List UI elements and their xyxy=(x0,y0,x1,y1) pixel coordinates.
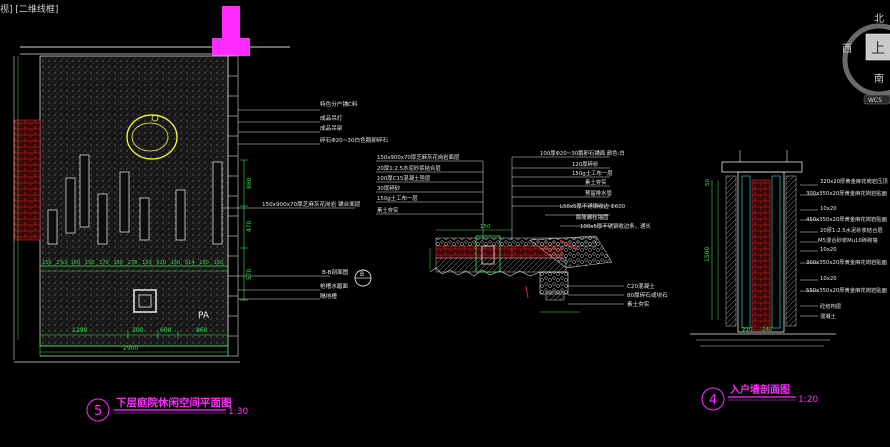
mid-bnote-1: C20混凝土 xyxy=(627,282,655,290)
viewcube-face-label: 上 xyxy=(871,41,885,57)
dim-row-value: 170 xyxy=(99,260,109,266)
note-groove: 枪槽水磨面 xyxy=(320,282,348,290)
mid-bnote-2: 80厚碎石或块石 xyxy=(627,291,668,299)
dim-row-value: 150 xyxy=(142,260,152,266)
wall-dim-240: 240 xyxy=(762,327,773,333)
wall-dim-50: 50 xyxy=(705,179,711,186)
wall-dim-210: 210 xyxy=(742,327,753,333)
dim-bottom-860: 860 xyxy=(196,327,208,334)
dim-right-570: 570 xyxy=(246,268,253,280)
viewcube-south[interactable]: 南 xyxy=(874,72,884,85)
wcs-label: WCS xyxy=(868,97,882,104)
plan-title-text: 下层庭院休闲空间平面图 xyxy=(116,396,232,409)
wall-title-number: 4 xyxy=(709,393,717,408)
wall-note-9: 10x20 xyxy=(820,276,837,282)
dim-right-470: 470 xyxy=(246,220,253,232)
wall-note-5: 20厚1:2.5水泥砂浆结合层 xyxy=(820,226,883,234)
wall-note-7: 10x20 xyxy=(820,247,837,253)
plan-title: 5 下层庭院休闲空间平面图 1:30 xyxy=(86,396,248,422)
mid-rnote-3: 150g土工布一层 xyxy=(572,169,613,177)
mid-rnote-4: 素土夯实 xyxy=(585,178,607,186)
mid-note-6: 素土夯实 xyxy=(377,206,399,214)
plan-title-number: 5 xyxy=(94,404,102,419)
wall-note-6: M5混合砂浆Mu10砖砌墙 xyxy=(818,236,878,244)
wall-title-text: 入户墙剖面图 xyxy=(730,383,790,396)
wall-note-8: 300x350x20厚黄金麻花岗岩贴面 xyxy=(806,258,887,266)
dim-bottom-300: 300 xyxy=(132,327,144,334)
mid-rnote-1: 100厚Φ20~30鹅卵石铺面 颜色:白 xyxy=(540,149,625,157)
wall-note-11: 砼结构层 xyxy=(820,302,841,310)
viewcube-west[interactable]: 西 xyxy=(842,44,852,55)
wall-note-3: 10x20 xyxy=(820,206,837,212)
dim-row-value: 150 xyxy=(71,260,81,266)
note-section-bb: B-B剖面图 xyxy=(322,268,349,276)
mid-rnote-6: L50x5厚不锈钢收边 Φ600 xyxy=(560,202,626,210)
dim-row-value: 150 xyxy=(199,260,209,266)
viewcube[interactable]: 上 北 南 西 WCS xyxy=(842,13,890,105)
dim-right-880: 880 xyxy=(246,177,253,189)
plan-scale: 1:30 xyxy=(228,407,248,417)
column-cap-magenta xyxy=(212,38,250,56)
wall-note-4: 450x350x20厚黄金麻花岗岩贴面 xyxy=(806,215,887,223)
mid-rnote-5: 预留排水管 xyxy=(585,189,613,197)
wall-note-1: 320x20厚黄金麻花岗岩压顶 xyxy=(820,177,888,185)
dim-row-value: 520 xyxy=(156,260,166,266)
note-gravel: 碎石Φ20~30白色鹅卵碎石 xyxy=(320,136,388,144)
mid-rnote-8: 100x5厚不锈钢收边条，通长 xyxy=(580,222,651,230)
wall-note-10: 550x350x20厚黄金麻花岗岩贴面 xyxy=(806,286,887,294)
dim-row-value: 150 xyxy=(214,260,224,266)
note-pendant: 成品吊灯 xyxy=(320,114,343,122)
mid-note-3: 100厚C15混凝土垫层 xyxy=(377,174,431,182)
drawing-canvas[interactable]: 150 2%3 150 150 170 150 278 150 520 150 514 150 150 … xyxy=(0,0,890,447)
mid-note-5: 150g土工布一层 xyxy=(377,194,418,202)
dim-row-value: 514 xyxy=(185,260,195,266)
mid-note-1: 150x900x70厚芝麻灰花岗岩面层 xyxy=(377,153,460,161)
dim-row-value: 150 xyxy=(42,260,52,266)
section-middle: 150x900x70厚芝麻灰花岗岩面层 20厚1:2.5水泥砂浆结合层 100厚… xyxy=(376,149,668,313)
mid-rnote-7: 膨胀螺栓锚固 xyxy=(576,213,608,221)
dim-row-value: 150 xyxy=(114,260,124,266)
wall-title: 4 入户墙剖面图 1:20 xyxy=(701,383,818,411)
dim-row-value: 150 xyxy=(171,260,181,266)
pa-label: PA xyxy=(198,311,210,321)
note-special-paving: 特色分户铺C料 xyxy=(320,100,358,108)
wall-dim-1500: 1500 xyxy=(704,247,711,262)
viewcube-north[interactable]: 北 xyxy=(874,13,884,25)
dim-bottom-1290: 1290 xyxy=(72,327,87,334)
dim-row-value: 2%3 xyxy=(56,260,67,266)
mid-rnote-2: 120厚碎砂 xyxy=(572,160,599,168)
mid-bnote-3: 素土夯实 xyxy=(627,300,650,308)
plan-drawing: 150 2%3 150 150 170 150 278 150 520 150 514 150 150 … xyxy=(13,6,388,363)
mid-note-4: 30厚碎砂 xyxy=(377,184,401,192)
dim-row-value: 278 xyxy=(128,260,138,266)
dim-row-value: 150 xyxy=(85,260,95,266)
note-separator: 隔地槽 xyxy=(320,292,337,300)
mid-note-2: 20厚1:2.5水泥砂浆结合层 xyxy=(377,164,441,172)
mid-dim-150: 150 xyxy=(480,224,491,230)
dim-bottom-600: 600 xyxy=(160,327,172,334)
section-wall: 1500 50 210 240 320x20厚黄金麻花岗岩压顶 300x350x… xyxy=(690,150,888,347)
column-magenta xyxy=(222,6,240,42)
wall-note-2: 300x350x20厚黄金麻花岗岩贴面 xyxy=(806,189,887,197)
wall-scale: 1:20 xyxy=(798,395,818,405)
note-hanger: 成品吊架 xyxy=(320,124,343,132)
dim-total-2900: 2900 xyxy=(123,345,138,352)
section-mark: B xyxy=(360,271,364,278)
wall-note-12: 混凝土 xyxy=(820,312,837,320)
note-granite-top: 150x900x70厚芝麻灰花岗岩 铺台面层 xyxy=(262,200,361,208)
